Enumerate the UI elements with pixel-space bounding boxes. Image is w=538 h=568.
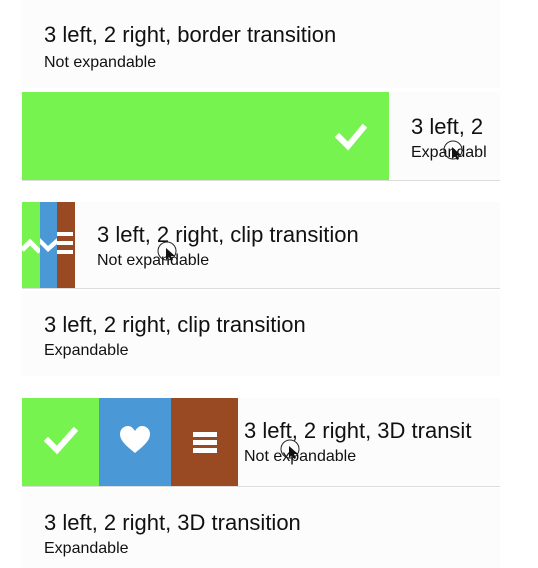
swipe-cells-demo: 3 left, 2 right, border transition Not e… [0,0,538,568]
checkmark-icon [43,425,78,460]
heart-icon [119,425,151,460]
row-subtitle: Not expandable [97,252,210,269]
cursor-icon [442,139,464,161]
complete-action-button[interactable] [22,202,42,288]
menu-icon [192,429,217,456]
table-row[interactable]: 3 left, 2 right, clip transition Expanda… [22,290,500,376]
checkmark-icon [334,120,368,157]
complete-action-button[interactable] [22,92,389,180]
row-subtitle: Expandable [44,540,129,557]
table-row[interactable]: 3 left, 2 right, border transition Not e… [22,0,500,88]
row-title: 3 left, 2 [411,114,484,139]
row-subtitle: Expandable [44,342,129,359]
checkmark-icon [22,228,42,263]
table-row[interactable]: 3 left, 2 Expandabl [22,92,500,181]
cursor-icon [156,240,178,262]
table-row[interactable]: 3 left, 2 right, clip transition Not exp… [22,202,500,289]
row-subtitle: Not expandable [44,54,157,71]
heart-icon [40,232,57,257]
row-title: 3 left, 2 right, clip transition [44,312,306,337]
complete-action-button[interactable] [22,398,99,486]
more-action-button[interactable] [171,398,238,486]
favorite-action-button[interactable] [40,202,57,288]
cursor-icon [279,438,301,460]
menu-icon [57,232,75,263]
row-title: 3 left, 2 right, border transition [44,22,337,47]
row-title: 3 left, 2 right, 3D transition [44,510,301,535]
more-action-button[interactable] [57,202,75,288]
table-row[interactable]: 3 left, 2 right, 3D transition Expandabl… [22,488,500,568]
table-row[interactable]: 3 left, 2 right, 3D transit Not expandab… [22,398,500,487]
row-title: 3 left, 2 right, clip transition [97,222,359,247]
favorite-action-button[interactable] [99,398,171,486]
